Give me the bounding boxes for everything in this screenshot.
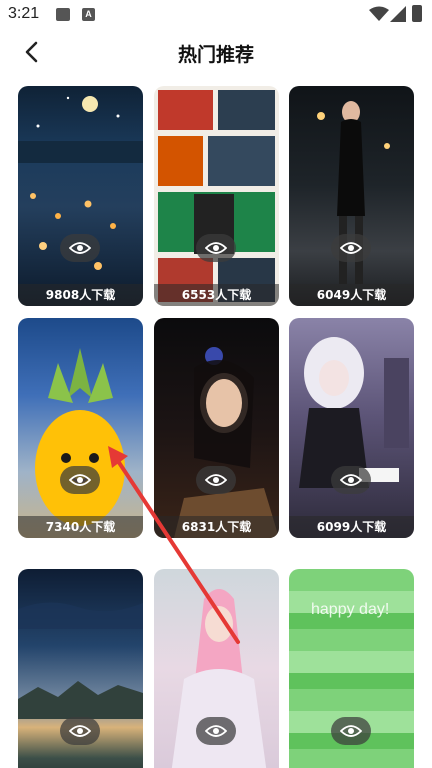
eye-icon	[69, 725, 91, 737]
wallpaper-card[interactable]: 6049人下载	[289, 86, 414, 306]
preview-button[interactable]	[60, 234, 100, 262]
wallpaper-card[interactable]: 7340人下载	[18, 318, 143, 538]
wallpaper-thumbnail	[154, 86, 279, 306]
preview-button[interactable]	[196, 466, 236, 494]
download-count: 7340人下载	[18, 516, 143, 538]
wallpaper-thumbnail	[18, 86, 143, 306]
image-notification-icon	[56, 8, 70, 21]
download-count: 6099人下载	[289, 516, 414, 538]
preview-button[interactable]	[60, 466, 100, 494]
eye-icon	[340, 725, 362, 737]
wallpaper-card[interactable]: 6099人下载	[289, 318, 414, 538]
wallpaper-card[interactable]: 6831人下载	[154, 318, 279, 538]
download-count: 9808人下载	[18, 284, 143, 306]
status-time: 3:21	[8, 5, 40, 22]
wifi-icon	[369, 6, 389, 21]
wallpaper-thumbnail	[289, 318, 414, 538]
battery-icon	[412, 5, 422, 22]
wallpaper-card[interactable]: 9808人下载	[18, 86, 143, 306]
eye-icon	[205, 725, 227, 737]
wallpaper-thumbnail	[289, 86, 414, 306]
eye-icon	[340, 242, 362, 254]
status-bar: 3:21 A	[0, 0, 432, 30]
preview-button[interactable]	[331, 234, 371, 262]
preview-button[interactable]	[196, 717, 236, 745]
wallpaper-text: happy day!	[311, 601, 390, 618]
wallpaper-card[interactable]	[154, 569, 279, 768]
eye-icon	[69, 242, 91, 254]
page-title: 热门推荐	[177, 44, 254, 66]
header: 热门推荐	[0, 30, 432, 76]
download-count: 6553人下载	[154, 284, 279, 306]
signal-icon	[390, 6, 406, 22]
wallpaper-thumbnail	[18, 318, 143, 538]
wallpaper-card[interactable]	[18, 569, 143, 768]
a-notification-icon: A	[82, 8, 95, 21]
wallpaper-card[interactable]: happy day!	[289, 569, 414, 768]
download-count: 6831人下载	[154, 516, 279, 538]
eye-icon	[69, 474, 91, 486]
preview-button[interactable]	[331, 717, 371, 745]
eye-icon	[205, 474, 227, 486]
wallpaper-card[interactable]: 6553人下载	[154, 86, 279, 306]
preview-button[interactable]	[196, 234, 236, 262]
preview-button[interactable]	[60, 717, 100, 745]
eye-icon	[205, 242, 227, 254]
wallpaper-thumbnail	[154, 318, 279, 538]
preview-button[interactable]	[331, 466, 371, 494]
eye-icon	[340, 474, 362, 486]
download-count: 6049人下载	[289, 284, 414, 306]
